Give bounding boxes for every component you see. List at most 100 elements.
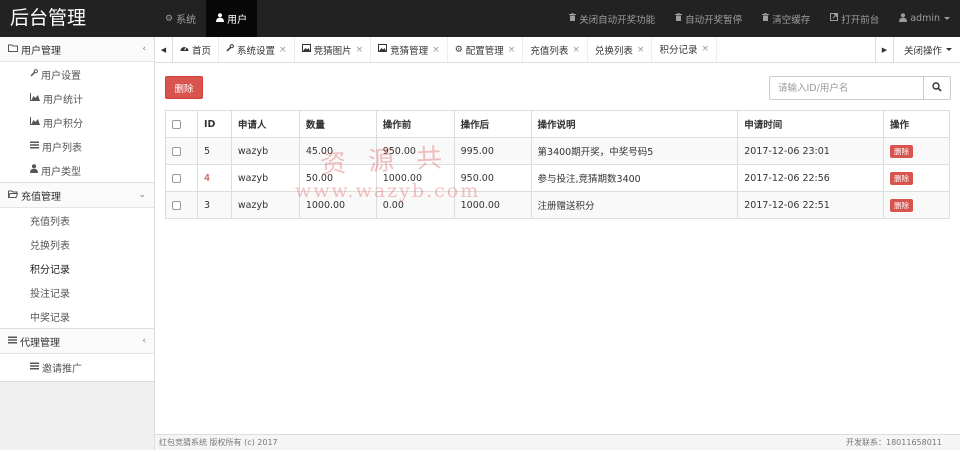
admin-menu[interactable]: admin xyxy=(889,0,960,37)
column-header[interactable]: 操作前 xyxy=(375,110,455,138)
column-header[interactable]: 申请人 xyxy=(230,110,300,138)
select-all-cell xyxy=(165,110,198,138)
cell-time: 2017-12-06 22:56 xyxy=(737,164,885,192)
tab-points-record[interactable]: 积分记录 × xyxy=(652,37,718,62)
tab-label: 充值列表 xyxy=(530,45,569,57)
nav-item-label: 自动开奖暂停 xyxy=(685,14,743,26)
brand-title[interactable]: 后台管理 xyxy=(0,0,155,37)
sidebar-item-label: 积分记录 xyxy=(30,264,70,276)
tab-scroll-left-button[interactable]: ◀ xyxy=(155,37,173,62)
cell-id: 4 xyxy=(196,164,232,192)
table-row: 5 wazyb 45.00 950.00 995.00 第3400期开奖，中奖号… xyxy=(165,137,950,165)
search-input[interactable] xyxy=(769,76,923,100)
tab-guess-management[interactable]: 竞猜管理 × xyxy=(371,37,448,62)
top-nav: ⚙ 系统 用户 xyxy=(155,0,258,37)
row-checkbox[interactable] xyxy=(172,200,181,210)
trash-icon xyxy=(675,13,683,24)
table-row: 4 wazyb 50.00 1000.00 950.00 参与投注,竞猜期数34… xyxy=(165,164,950,192)
menu-group-user: 用户管理 ‹ 用户设置 用户统计 用户积分 用户列表 用户类型 xyxy=(0,37,154,183)
caret-down-icon xyxy=(946,48,952,51)
area-chart-icon xyxy=(30,116,40,128)
pause-auto-draw-button[interactable]: 自动开奖暂停 xyxy=(665,0,752,37)
column-header: 操作 xyxy=(883,110,950,138)
open-frontend-button[interactable]: 打开前台 xyxy=(820,0,889,37)
close-icon[interactable]: × xyxy=(279,45,287,55)
cell-id: 5 xyxy=(196,137,232,165)
tab-recharge-list[interactable]: 充值列表 × xyxy=(523,37,588,62)
close-icon[interactable]: × xyxy=(356,45,364,55)
sidebar-item-user-stats[interactable]: 用户统计 xyxy=(0,86,154,110)
sidebar-item-exchange-list[interactable]: 兑换列表 xyxy=(0,232,154,256)
cell-user: wazyb xyxy=(230,137,300,165)
disable-auto-draw-button[interactable]: 关闭自动开奖功能 xyxy=(559,0,665,37)
menu-group-title: 代理管理 xyxy=(20,337,60,349)
sidebar-item-win-record[interactable]: 中奖记录 xyxy=(0,304,154,328)
sidebar-item-bet-record[interactable]: 投注记录 xyxy=(0,280,154,304)
nav-item-label: 关闭自动开奖功能 xyxy=(579,14,656,26)
close-icon[interactable]: × xyxy=(508,45,516,55)
tab-system-settings[interactable]: 系统设置 × xyxy=(219,37,295,62)
delete-button[interactable]: 删除 xyxy=(165,76,203,99)
cell-action: 删除 xyxy=(883,191,950,219)
wrench-icon xyxy=(226,44,234,55)
row-checkbox[interactable] xyxy=(172,173,181,183)
cell-amount: 1000.00 xyxy=(298,191,377,219)
cell-action: 删除 xyxy=(883,164,950,192)
nav-item-user[interactable]: 用户 xyxy=(206,0,258,37)
area-chart-icon xyxy=(30,92,40,104)
row-delete-button[interactable]: 删除 xyxy=(890,144,914,158)
row-delete-button[interactable]: 删除 xyxy=(890,171,914,185)
sidebar-menu: 用户管理 ‹ 用户设置 用户统计 用户积分 用户列表 用户类型 充值管理 ⌄ 充… xyxy=(0,37,154,382)
nav-item-system[interactable]: ⚙ 系统 xyxy=(155,0,206,37)
trash-icon xyxy=(569,13,577,24)
cell-time: 2017-12-06 23:01 xyxy=(737,137,885,165)
close-icon[interactable]: × xyxy=(572,45,580,55)
column-header[interactable]: 数量 xyxy=(298,110,377,138)
column-header[interactable]: ID xyxy=(196,110,232,138)
chevron-left-icon: ‹ xyxy=(142,44,146,54)
column-header[interactable]: 操作后 xyxy=(453,110,532,138)
select-all-checkbox[interactable] xyxy=(172,119,181,129)
nav-item-label: 系统 xyxy=(176,15,197,26)
sidebar-item-user-points[interactable]: 用户积分 xyxy=(0,110,154,134)
search-icon xyxy=(932,81,942,95)
tab-scroll-right-button[interactable]: ▶ xyxy=(874,37,893,62)
close-icon[interactable]: × xyxy=(637,45,645,55)
row-checkbox[interactable] xyxy=(172,146,181,156)
clear-cache-button[interactable]: 清空缓存 xyxy=(752,0,820,37)
nav-item-label: 清空缓存 xyxy=(772,14,811,26)
close-icon[interactable]: × xyxy=(701,44,709,54)
column-header[interactable]: 申请时间 xyxy=(737,110,885,138)
cell-description: 第3400期开奖，中奖号码5 xyxy=(530,137,739,165)
sidebar-item-user-settings[interactable]: 用户设置 xyxy=(0,62,154,86)
menu-group-header[interactable]: 充值管理 ⌄ xyxy=(0,183,154,208)
row-delete-button[interactable]: 删除 xyxy=(890,198,914,212)
tab-exchange-list[interactable]: 兑换列表 × xyxy=(588,37,653,62)
sidebar-item-user-list[interactable]: 用户列表 xyxy=(0,134,154,158)
sidebar-item-invite[interactable]: 邀请推广 xyxy=(0,354,154,381)
chevron-left-icon: ‹ xyxy=(142,336,146,346)
gear-icon: ⚙ xyxy=(165,13,174,24)
menu-group-header[interactable]: 代理管理 ‹ xyxy=(0,329,154,354)
close-operations-dropdown[interactable]: 关闭操作 xyxy=(892,37,960,62)
menu-group-header[interactable]: 用户管理 ‹ xyxy=(0,37,154,62)
row-select-cell xyxy=(165,191,198,219)
tab-home[interactable]: 首页 xyxy=(173,37,220,62)
sidebar-item-label: 兑换列表 xyxy=(30,240,70,252)
tab-config-management[interactable]: ⚙ 配置管理 × xyxy=(448,37,524,62)
top-navbar: 后台管理 ⚙ 系统 用户 关闭自动开奖功能 自动开奖暂停 清空缓存 打开前台 a… xyxy=(0,0,960,37)
tab-guess-images[interactable]: 竞猜图片 × xyxy=(295,37,372,62)
close-icon[interactable]: × xyxy=(432,45,440,55)
nav-item-label: 打开前台 xyxy=(841,14,880,26)
search-button[interactable] xyxy=(923,76,951,100)
dashboard-icon xyxy=(180,44,189,55)
wrench-icon xyxy=(30,68,38,80)
top-nav-right: 关闭自动开奖功能 自动开奖暂停 清空缓存 打开前台 admin xyxy=(559,0,960,37)
sidebar-item-points-record[interactable]: 积分记录 xyxy=(0,256,154,280)
sidebar-item-recharge-list[interactable]: 充值列表 xyxy=(0,208,154,232)
sidebar-item-label: 邀请推广 xyxy=(42,364,82,375)
column-header[interactable]: 操作说明 xyxy=(530,110,739,138)
sidebar-item-user-type[interactable]: 用户类型 xyxy=(0,158,154,182)
image-icon xyxy=(301,44,311,55)
cell-description: 注册赠送积分 xyxy=(530,191,739,219)
